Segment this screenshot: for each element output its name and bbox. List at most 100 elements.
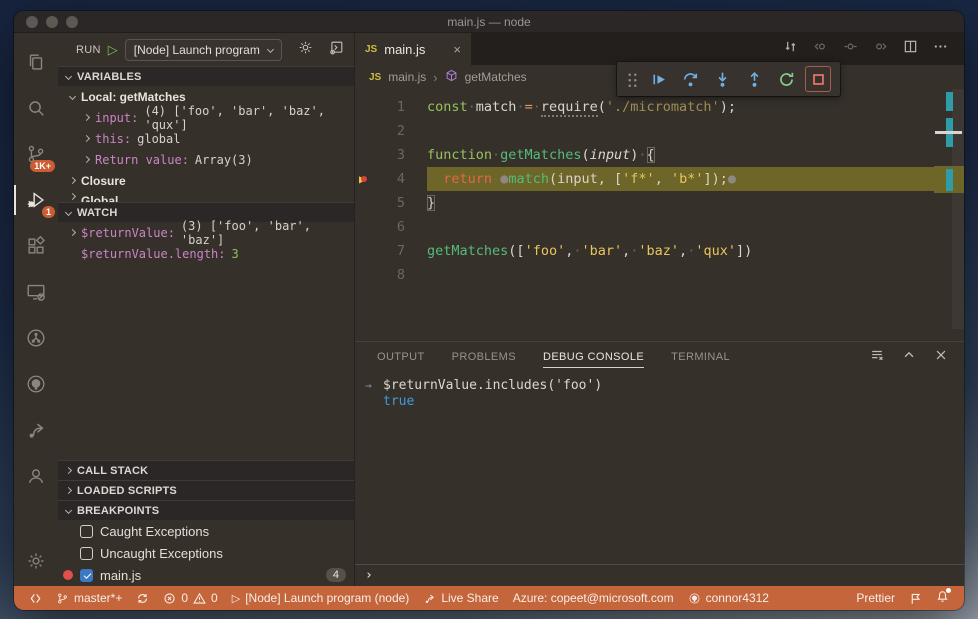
breakpoint-row[interactable]: Caught Exceptions [58, 520, 354, 542]
status-notifications[interactable] [929, 586, 956, 610]
activity-item-remote-explorer[interactable] [14, 269, 58, 315]
step-into-button[interactable] [709, 66, 735, 92]
warn-icon [193, 592, 206, 604]
status-github-account[interactable]: connor4312 [681, 586, 776, 610]
step-out-button[interactable] [741, 66, 767, 92]
token: require [540, 99, 598, 117]
loaded-scripts-section-header[interactable]: LOADED SCRIPTS [58, 480, 354, 500]
debug-step-marker-button[interactable] [843, 39, 858, 59]
breakpoint-gutter[interactable] [355, 215, 381, 239]
split-editor-button[interactable] [903, 39, 918, 59]
scrollbar[interactable] [952, 89, 964, 329]
open-debug-console-button[interactable] [328, 39, 345, 61]
activity-item-settings[interactable] [14, 538, 58, 584]
activity-item-accounts[interactable] [14, 453, 58, 499]
code-line[interactable]: 3 function·getMatches(input)·{ [355, 143, 964, 167]
breakpoint-gutter[interactable] [355, 119, 381, 143]
breakpoint-gutter[interactable] [355, 95, 381, 119]
status-remote-indicator[interactable] [22, 586, 49, 610]
code-line[interactable]: 8 [355, 263, 964, 287]
continue-button[interactable] [645, 66, 671, 92]
status-sync[interactable] [129, 586, 156, 610]
status-azure-account[interactable]: Azure: copeet@microsoft.com [506, 586, 681, 610]
launch-config-dropdown[interactable]: [Node] Launch program [124, 38, 282, 61]
status-git-branch[interactable]: master*+ [49, 586, 129, 610]
maximize-panel-button[interactable] [902, 348, 916, 367]
breakpoint-row[interactable]: Uncaught Exceptions [58, 542, 354, 564]
breakpoint-gutter[interactable] [355, 143, 381, 167]
breakpoint-gutter[interactable] [355, 239, 381, 263]
continue-to-here-button[interactable] [873, 39, 888, 59]
tree-row[interactable]: Global [58, 191, 354, 202]
status-feedback[interactable] [902, 586, 929, 610]
extensions-icon [28, 235, 46, 254]
breakpoints-section-header[interactable]: BREAKPOINTS [58, 500, 354, 520]
open-changes-button[interactable] [783, 39, 798, 59]
clear-console-button[interactable] [870, 348, 884, 367]
status-prettier[interactable]: Prettier [849, 586, 902, 610]
code-line[interactable]: 1 const·match·=·require('./micromatch'); [355, 95, 964, 119]
tree-row[interactable]: $returnValue: (3) ['foo', 'bar', 'baz'] [58, 219, 354, 247]
more-icon [934, 45, 947, 48]
close-tab-icon[interactable]: × [453, 42, 461, 57]
restart-button[interactable] [773, 66, 799, 92]
activity-item-search[interactable] [14, 85, 58, 131]
activity-item-source-control[interactable]: 1K+ [14, 131, 58, 177]
checkbox[interactable] [80, 546, 93, 560]
tab-main-js[interactable]: JS main.js × [355, 33, 471, 65]
code-editor[interactable]: 1 const·match·=·require('./micromatch'); 2… [355, 89, 964, 341]
panel-tab-output[interactable]: OUTPUT [377, 342, 425, 372]
zoom-window-button[interactable] [66, 16, 78, 28]
code-line[interactable]: 2 [355, 119, 964, 143]
status-problems[interactable]: 00 [156, 586, 224, 610]
tree-row[interactable]: input: (4) ['foo', 'bar', 'baz', 'qux'] [58, 104, 354, 132]
panel-tab-terminal[interactable]: TERMINAL [671, 342, 730, 372]
breakpoint-gutter[interactable] [355, 191, 381, 215]
ruler-modified-mark [946, 169, 953, 191]
close-window-button[interactable] [26, 16, 38, 28]
checkbox[interactable] [80, 568, 93, 582]
debug-console-input[interactable]: › [355, 564, 964, 586]
activity-item-run-and-debug[interactable]: 1 [14, 177, 58, 223]
activity-item-extensions[interactable] [14, 223, 58, 269]
drag-handle-icon[interactable] [626, 71, 637, 87]
code-line[interactable]: 7 getMatches(['foo',·'bar',·'baz',·'qux']… [355, 239, 964, 263]
breadcrumb-symbol[interactable]: getMatches [465, 70, 527, 84]
variables-section-header[interactable]: VARIABLES [58, 66, 354, 86]
panel-tab-problems[interactable]: PROBLEMS [452, 342, 516, 372]
tree-row[interactable]: Return value: Array(3) [58, 149, 354, 170]
code-line[interactable]: ▶ 4 ··return·●match(input,·['f*',·'b*']);● [355, 167, 964, 191]
token: { [646, 147, 655, 163]
status-live-share[interactable]: Live Share [416, 586, 505, 610]
tree-row[interactable]: Closure [58, 170, 354, 191]
panel-tab-debug-console[interactable]: DEBUG CONSOLE [542, 342, 645, 372]
activity-item-azure-pipelines[interactable] [14, 315, 58, 361]
breakpoint-row[interactable]: main.js 4 [58, 564, 354, 586]
stop-button[interactable] [805, 66, 831, 92]
chevron-right-icon [68, 228, 77, 237]
activity-item-github[interactable] [14, 361, 58, 407]
code-line[interactable]: 6 [355, 215, 964, 239]
activity-item-live-share[interactable] [14, 407, 58, 453]
breakpoint-gutter[interactable]: ▶ [355, 167, 381, 191]
tab-strip: JS main.js × [355, 33, 964, 65]
activity-item-explorer[interactable] [14, 39, 58, 85]
gear-icon [299, 41, 312, 53]
status-debug-launch[interactable]: ▷ [Node] Launch program (node) [225, 586, 417, 610]
step-over-button[interactable] [677, 66, 703, 92]
title-bar[interactable]: main.js — node [14, 11, 964, 33]
start-debug-icon[interactable]: ▷ [108, 42, 118, 58]
overview-ruler[interactable] [934, 89, 964, 341]
checkbox[interactable] [80, 524, 93, 538]
more-actions-button[interactable] [933, 39, 948, 59]
launch-configure-button[interactable] [297, 39, 314, 61]
azure-icon [27, 329, 45, 347]
minimize-window-button[interactable] [46, 16, 58, 28]
call-stack-section-header[interactable]: CALL STACK [58, 460, 354, 480]
reverse-continue-button[interactable] [813, 39, 828, 59]
breadcrumb-file[interactable]: main.js [388, 70, 426, 84]
liveshare-icon [29, 423, 44, 438]
close-panel-button[interactable] [934, 348, 948, 367]
breakpoint-gutter[interactable] [355, 263, 381, 287]
code-line[interactable]: 5} [355, 191, 964, 215]
